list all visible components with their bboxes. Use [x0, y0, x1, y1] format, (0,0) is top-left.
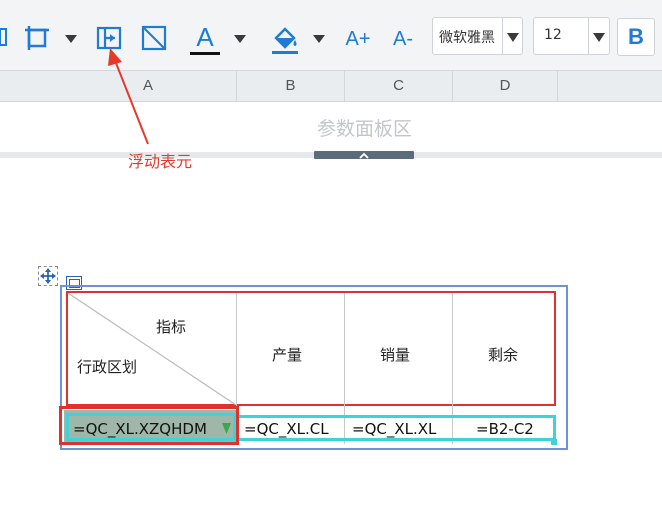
column-header-c[interactable]: C [345, 71, 452, 101]
font-size-separator [588, 18, 589, 54]
freeze-icon[interactable] [22, 24, 52, 52]
fill-handle[interactable] [551, 439, 557, 445]
font-name-dropdown-caret-icon[interactable] [507, 33, 519, 42]
header-col-d[interactable]: 剩余 [488, 344, 518, 365]
font-color-swatch [190, 52, 220, 55]
chevron-up-icon [359, 152, 369, 159]
column-separator[interactable] [557, 71, 558, 101]
bold-button[interactable]: B [617, 18, 655, 56]
font-color-dropdown-caret-icon[interactable] [234, 35, 246, 43]
bold-icon: B [628, 24, 644, 49]
annotation-label: 浮动表元 [128, 152, 193, 171]
font-name-value: 微软雅黑 [439, 30, 495, 46]
header-col-c[interactable]: 销量 [380, 344, 410, 365]
annotation-arrow-icon [108, 48, 149, 145]
expand-arrow-icon [222, 419, 231, 434]
font-color-glyph: A [196, 22, 214, 52]
column-header-b[interactable]: B [237, 71, 344, 101]
cell-b2-formula[interactable]: =QC_XL.CL [244, 420, 329, 438]
header-diagonal-bottom[interactable]: 行政区划 [77, 356, 137, 377]
fill-color-icon[interactable] [268, 22, 302, 56]
decrease-font-glyph: A- [393, 27, 413, 50]
font-size-select[interactable]: 12 [533, 17, 610, 55]
increase-font-icon[interactable]: A+ [341, 26, 375, 52]
left-edge-icon[interactable] [0, 28, 8, 46]
cell-d2-formula[interactable]: =B2-C2 [476, 420, 534, 438]
font-name-separator [502, 18, 503, 54]
fill-color-dropdown-caret-icon[interactable] [313, 35, 325, 43]
header-col-b[interactable]: 产量 [272, 344, 302, 365]
font-size-value: 12 [544, 27, 562, 43]
table-move-handle-icon[interactable] [38, 266, 58, 286]
freeze-dropdown-caret-icon[interactable] [65, 35, 77, 43]
decrease-font-icon[interactable]: A- [386, 26, 420, 52]
increase-font-glyph: A+ [345, 27, 371, 50]
column-header-d[interactable]: D [453, 71, 557, 101]
font-size-dropdown-caret-icon[interactable] [593, 33, 605, 42]
parameter-panel-collapse-handle[interactable] [314, 151, 414, 159]
header-diagonal-top[interactable]: 指标 [156, 316, 186, 337]
cell-c2-formula[interactable]: =QC_XL.XL [352, 420, 436, 438]
font-name-select[interactable]: 微软雅黑 [432, 17, 523, 55]
cell-a2-formula[interactable]: =QC_XL.XZQHDM [73, 420, 223, 438]
font-color-icon[interactable]: A [189, 20, 221, 58]
diagonal-header-line [68, 293, 236, 405]
